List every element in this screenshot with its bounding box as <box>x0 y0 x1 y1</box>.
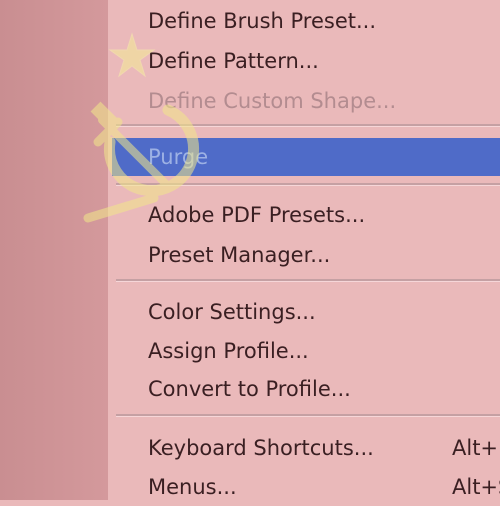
menu-item-keyboard-shortcuts[interactable]: Keyboard Shortcuts... Alt+ <box>108 429 500 467</box>
menu-item-define-custom-shape: Define Custom Shape... <box>108 82 500 120</box>
menu-separator <box>116 124 500 127</box>
menu-item-adobe-pdf-presets[interactable]: Adobe PDF Presets... <box>108 196 500 234</box>
left-panel <box>0 0 108 500</box>
menu-item-preset-manager[interactable]: Preset Manager... <box>108 236 500 274</box>
menu-item-label: Keyboard Shortcuts... <box>148 436 374 460</box>
menu-item-label: Purge <box>148 145 209 169</box>
menu-item-label: Adobe PDF Presets... <box>148 203 366 227</box>
menu-separator <box>116 414 500 417</box>
menu-item-label: Convert to Profile... <box>148 377 351 401</box>
menu-item-label: Define Pattern... <box>148 49 319 73</box>
menu-separator <box>116 279 500 282</box>
menu-item-label: Assign Profile... <box>148 339 309 363</box>
menu-item-convert-to-profile[interactable]: Convert to Profile... <box>108 370 500 408</box>
menu-item-purge[interactable]: Purge <box>112 138 500 176</box>
menu-item-shortcut: Alt+ <box>452 436 499 460</box>
menu-separator <box>116 183 500 186</box>
edit-menu: Define Brush Preset... Define Pattern...… <box>108 0 500 500</box>
menu-item-menus[interactable]: Menus... Alt+S <box>108 468 500 506</box>
menu-item-color-settings[interactable]: Color Settings... <box>108 293 500 331</box>
menu-item-label: Preset Manager... <box>148 243 331 267</box>
menu-item-define-pattern[interactable]: Define Pattern... <box>108 42 500 80</box>
menu-item-label: Color Settings... <box>148 300 316 324</box>
menu-item-label: Define Brush Preset... <box>148 9 377 33</box>
menu-item-define-brush-preset[interactable]: Define Brush Preset... <box>108 2 500 40</box>
menu-item-label: Define Custom Shape... <box>148 89 397 113</box>
menu-item-shortcut: Alt+S <box>452 475 500 499</box>
menu-item-label: Menus... <box>148 475 237 499</box>
menu-item-assign-profile[interactable]: Assign Profile... <box>108 332 500 370</box>
